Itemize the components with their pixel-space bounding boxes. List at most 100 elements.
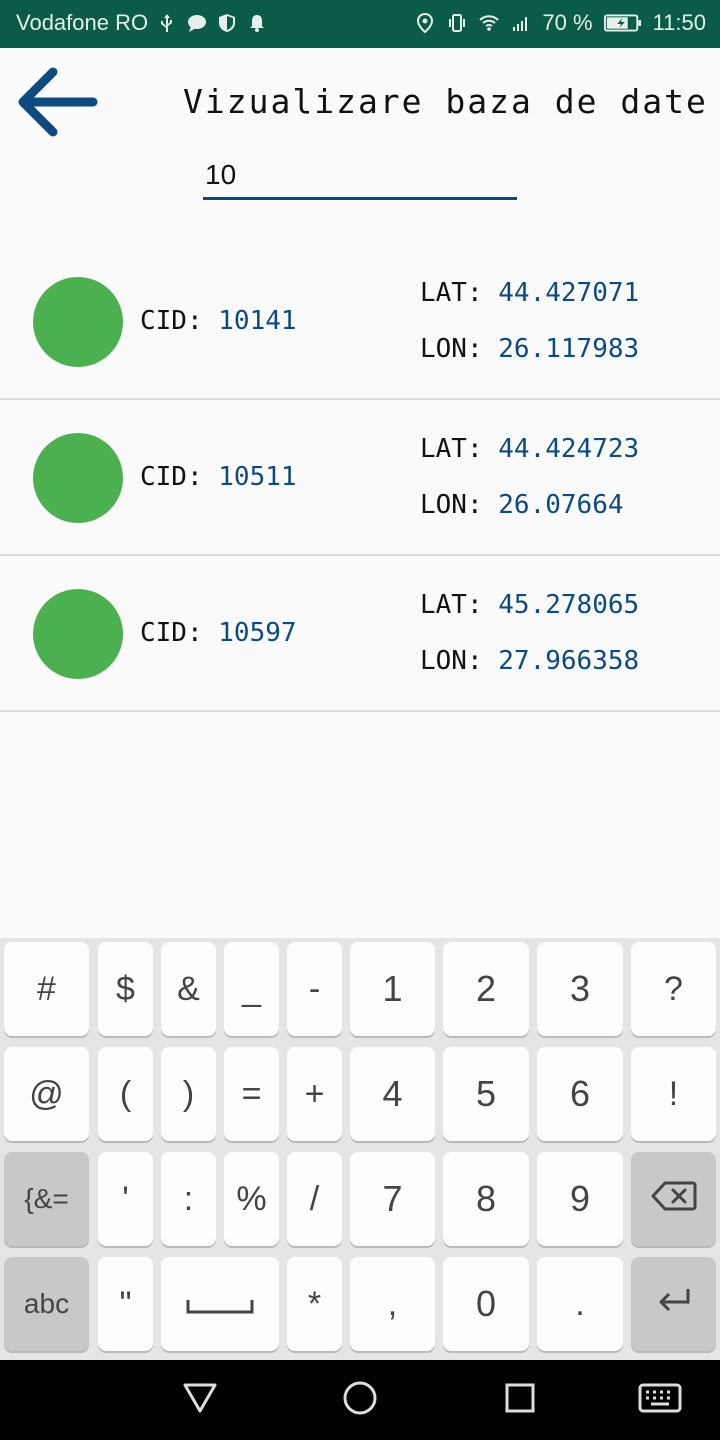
key-plus[interactable]: + [287, 1047, 342, 1141]
key-question[interactable]: ? [631, 942, 716, 1036]
key-comma[interactable]: , [350, 1257, 435, 1351]
key-apostrophe[interactable]: ' [98, 1152, 153, 1246]
key-slash[interactable]: / [287, 1152, 342, 1246]
key-abc[interactable]: abc [4, 1257, 89, 1351]
location-icon [414, 11, 436, 35]
lon-value: 27.966358 [498, 646, 640, 676]
carrier-name: Vodafone RO [16, 10, 149, 35]
key-hash[interactable]: # [4, 942, 89, 1036]
cid-line: CID: 10141 [140, 306, 297, 336]
key-2[interactable]: 2 [443, 942, 529, 1036]
arrow-left-icon [15, 66, 99, 143]
key-colon[interactable]: : [161, 1152, 216, 1246]
key-exclamation[interactable]: ! [631, 1047, 716, 1141]
key-6[interactable]: 6 [537, 1047, 623, 1141]
lon-label: LON: [420, 646, 483, 676]
lon-value: 26.117983 [498, 334, 640, 364]
key-8[interactable]: 8 [443, 1152, 529, 1246]
key-at[interactable]: @ [4, 1047, 89, 1141]
key-3[interactable]: 3 [537, 942, 623, 1036]
nav-back-button[interactable] [176, 1376, 224, 1424]
cid-value: 10511 [218, 462, 297, 492]
lat-value: 44.424723 [498, 434, 640, 464]
battery-percent: 70 % [542, 10, 593, 35]
key-equals[interactable]: = [224, 1047, 279, 1141]
status-bar-right: 70 % 11:50 [414, 10, 706, 36]
key-minus[interactable]: - [287, 942, 342, 1036]
page-title: Vizualizare baza de date [183, 82, 708, 121]
navigation-bar [0, 1360, 720, 1440]
lat-line: LAT: 45.278065 [420, 590, 639, 620]
status-dot [33, 589, 123, 679]
key-underscore[interactable]: _ [224, 942, 279, 1036]
key-more-symbols[interactable]: {&= [4, 1152, 89, 1246]
backspace-button[interactable] [631, 1152, 716, 1246]
wifi-icon [478, 11, 500, 35]
space-key[interactable] [161, 1257, 279, 1351]
lat-value: 44.427071 [498, 278, 640, 308]
lat-label: LAT: [420, 434, 483, 464]
signal-icon [510, 11, 532, 35]
key-ampersand[interactable]: & [161, 942, 216, 1036]
key-asterisk[interactable]: * [287, 1257, 342, 1351]
lon-line: LON: 26.07664 [420, 490, 624, 520]
cid-label: CID: [140, 306, 203, 336]
lon-line: LON: 27.966358 [420, 646, 639, 676]
cid-line: CID: 10511 [140, 462, 297, 492]
key-dollar[interactable]: $ [98, 942, 153, 1036]
lon-value: 26.07664 [498, 490, 624, 520]
key-quote[interactable]: " [98, 1257, 153, 1351]
list-item[interactable]: CID: 10141 LAT: 44.427071 LON: 26.117983 [0, 244, 720, 400]
lat-line: LAT: 44.424723 [420, 434, 639, 464]
records-list: CID: 10141 LAT: 44.427071 LON: 26.117983… [0, 244, 720, 712]
key-1[interactable]: 1 [350, 942, 435, 1036]
cid-label: CID: [140, 618, 203, 648]
lat-label: LAT: [420, 278, 483, 308]
key-5[interactable]: 5 [443, 1047, 529, 1141]
lon-label: LON: [420, 334, 483, 364]
list-item[interactable]: CID: 10597 LAT: 45.278065 LON: 27.966358 [0, 556, 720, 712]
keyboard-icon [638, 1383, 682, 1418]
back-button[interactable] [14, 66, 100, 142]
nav-keyboard-button[interactable] [636, 1376, 684, 1424]
recents-square-icon [504, 1382, 536, 1419]
back-triangle-icon [182, 1381, 218, 1420]
key-7[interactable]: 7 [350, 1152, 435, 1246]
usb-icon [156, 11, 178, 35]
status-bar: Vodafone RO 70 % 11:50 [0, 0, 720, 48]
key-percent[interactable]: % [224, 1152, 279, 1246]
nav-recents-button[interactable] [496, 1376, 544, 1424]
enter-button[interactable] [631, 1257, 716, 1351]
status-dot [33, 433, 123, 523]
battery-icon [603, 11, 643, 35]
enter-icon [654, 1283, 694, 1325]
backspace-icon [651, 1178, 697, 1220]
key-paren-close[interactable]: ) [161, 1047, 216, 1141]
lon-label: LON: [420, 490, 483, 520]
nav-home-button[interactable] [336, 1376, 384, 1424]
lat-value: 45.278065 [498, 590, 640, 620]
key-9[interactable]: 9 [537, 1152, 623, 1246]
lat-label: LAT: [420, 590, 483, 620]
search-field[interactable] [203, 152, 517, 200]
cid-label: CID: [140, 462, 203, 492]
bell-icon [246, 11, 268, 35]
lat-line: LAT: 44.427071 [420, 278, 639, 308]
search-underline [203, 197, 517, 200]
key-period[interactable]: . [537, 1257, 623, 1351]
status-bar-left: Vodafone RO [16, 10, 268, 36]
vibrate-icon [446, 11, 468, 35]
list-item[interactable]: CID: 10511 LAT: 44.424723 LON: 26.07664 [0, 400, 720, 556]
key-0[interactable]: 0 [443, 1257, 529, 1351]
lon-line: LON: 26.117983 [420, 334, 639, 364]
status-dot [33, 277, 123, 367]
key-4[interactable]: 4 [350, 1047, 435, 1141]
shield-icon [216, 11, 238, 35]
cid-value: 10141 [218, 306, 297, 336]
symbol-keyboard: # $ & _ - 1 2 3 ? @ ( ) = + 4 5 6 ! {&= … [0, 938, 720, 1360]
cid-value: 10597 [218, 618, 297, 648]
home-circle-icon [342, 1380, 378, 1421]
clock: 11:50 [652, 10, 706, 35]
search-input[interactable] [203, 152, 517, 198]
key-paren-open[interactable]: ( [98, 1047, 153, 1141]
